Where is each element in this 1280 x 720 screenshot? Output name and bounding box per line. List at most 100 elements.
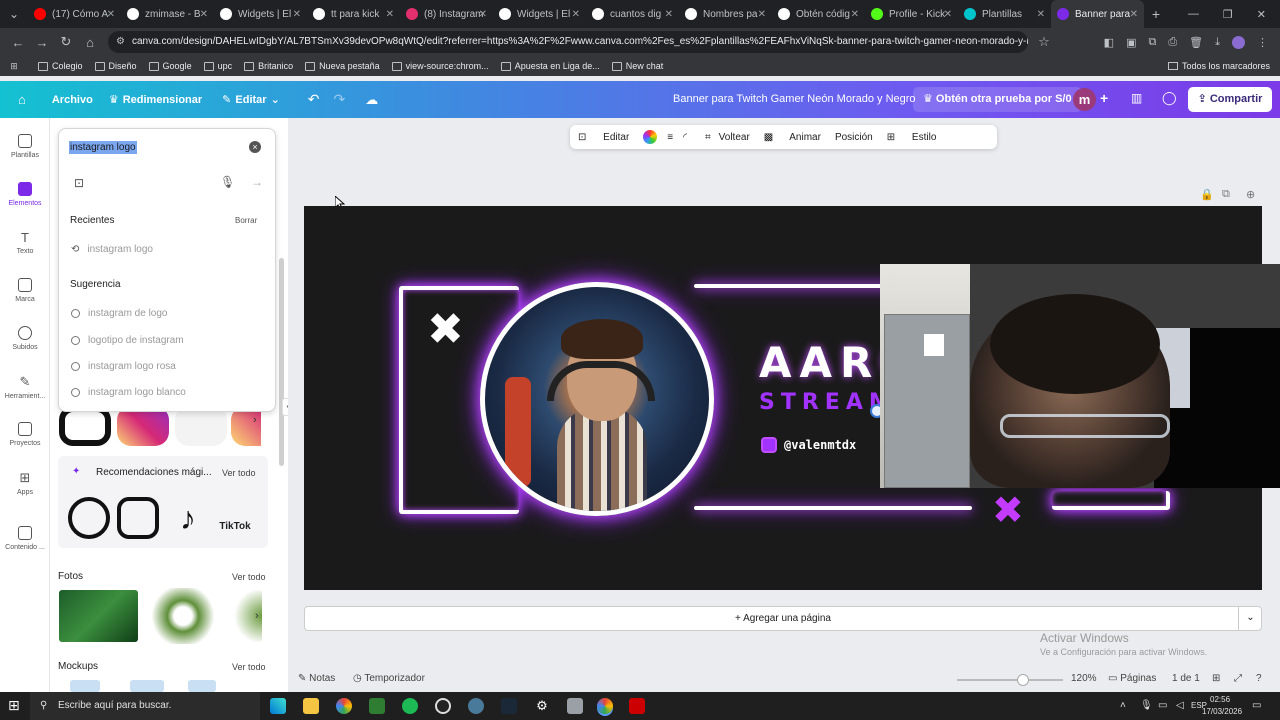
print-icon[interactable]: ⎙ xyxy=(1168,36,1177,49)
browser-tab[interactable]: cuantos dig ✕ xyxy=(586,0,679,28)
bookmark-item[interactable]: Google xyxy=(148,61,192,71)
file-menu[interactable]: Archivo xyxy=(52,94,93,106)
rail-item-tools[interactable]: ✎ Herramient... xyxy=(0,374,50,400)
browser-tab[interactable]: (8) Instagram ✕ xyxy=(400,0,493,28)
menu-kebab-icon[interactable]: ⋮ xyxy=(1257,36,1268,49)
chrome-icon[interactable] xyxy=(336,698,352,714)
flip-button[interactable]: Voltear xyxy=(719,132,750,143)
bookmark-item[interactable]: Nueva pestaña xyxy=(305,61,380,71)
cloud-saved-icon[interactable]: ☁ xyxy=(365,92,378,108)
add-collaborator-icon[interactable]: + xyxy=(1100,90,1108,106)
browser-tab[interactable]: Profile - Kick ✕ xyxy=(865,0,958,28)
microphone-tray-icon[interactable]: 🎙 xyxy=(1140,700,1153,711)
app-red-icon[interactable] xyxy=(629,698,645,714)
trial-button[interactable]: ♛ Obtén otra prueba por S/0 xyxy=(913,87,1082,112)
design-title[interactable]: Banner para Twitch Gamer Neón Morado y N… xyxy=(673,93,916,105)
trash-icon[interactable]: 🗑 xyxy=(1189,36,1203,49)
photo-thumbnail-fern[interactable] xyxy=(148,588,218,644)
close-tab-icon[interactable]: ✕ xyxy=(1130,9,1138,20)
instagram-logo-gradient[interactable] xyxy=(117,406,169,446)
extensions-puzzle-icon[interactable]: ⧉ xyxy=(1148,36,1156,49)
store-icon[interactable] xyxy=(369,698,385,714)
see-all-link[interactable]: Ver todo xyxy=(232,572,266,582)
x-mark-icon[interactable]: ✖ xyxy=(427,304,464,355)
photo-thumbnail-leaves[interactable] xyxy=(59,590,138,642)
edit-menu[interactable]: ✎ Editar ⌄ xyxy=(222,93,280,107)
add-page-icon[interactable]: ⊕ xyxy=(1246,188,1255,201)
clear-recent-link[interactable]: Borrar xyxy=(235,216,257,225)
instagram-logo-white[interactable] xyxy=(175,406,227,446)
bookmark-item[interactable]: Colegio xyxy=(38,61,83,71)
border-style-icon[interactable]: ≡ xyxy=(667,132,673,143)
image-search-icon[interactable]: ⊡ xyxy=(74,176,84,190)
rail-item-templates[interactable]: Plantillas xyxy=(0,134,50,159)
site-info-icon[interactable]: ⚙ xyxy=(116,31,125,53)
browser-tab[interactable]: zmimase - B ✕ xyxy=(121,0,214,28)
bookmark-item[interactable]: Diseño xyxy=(94,61,137,71)
suggestion-item[interactable]: instagram logo rosa xyxy=(71,361,176,372)
animate-button[interactable]: Animar xyxy=(789,132,821,143)
network-icon[interactable]: ▭ xyxy=(1158,700,1167,711)
browser-tab[interactable]: Plantillas ✕ xyxy=(958,0,1051,28)
pages-button[interactable]: ▭ Páginas xyxy=(1108,673,1156,684)
position-button[interactable]: Posición xyxy=(835,132,873,143)
settings-gear-icon[interactable]: ⚙ xyxy=(534,698,550,714)
rail-item-brand[interactable]: Marca xyxy=(0,278,50,303)
submit-arrow-icon[interactable]: → xyxy=(251,175,263,189)
zoom-level[interactable]: 120% xyxy=(1071,673,1097,684)
microphone-icon[interactable]: 🎙 xyxy=(220,175,235,189)
transparency-icon[interactable]: ▩ xyxy=(764,132,773,143)
extension-icon[interactable]: ◧ xyxy=(1104,36,1114,49)
clock-date[interactable]: 17/03/2026 xyxy=(1202,707,1242,716)
search-input[interactable]: instagram logo xyxy=(69,141,137,154)
spotify-icon[interactable] xyxy=(402,698,418,714)
forward-icon[interactable]: → xyxy=(30,35,54,50)
neon-frame-right[interactable] xyxy=(1052,491,1170,510)
instagram-handle-text[interactable]: @valenmtdx xyxy=(784,438,856,452)
rail-item-apps[interactable]: ⊞ Apps xyxy=(0,470,50,496)
rail-item-projects[interactable]: Proyectos xyxy=(0,422,50,447)
grid-view-icon[interactable]: ⊞ xyxy=(1212,673,1220,684)
x-mark-purple-icon[interactable]: ✖ xyxy=(992,488,1024,532)
tiktok-logo[interactable]: TikTok xyxy=(215,499,255,539)
share-button[interactable]: ⇪ Compartir xyxy=(1188,87,1272,112)
whatsapp-logo[interactable] xyxy=(68,497,110,539)
tab-search-icon[interactable]: ⌄ xyxy=(0,7,28,21)
bookmark-item[interactable]: view-source:chrom... xyxy=(391,61,489,71)
windows-start-icon[interactable]: ⊞ xyxy=(8,697,20,714)
url-field[interactable]: ⚙ canva.com/design/DAHELwIDgbY/AL7BTSmXv… xyxy=(108,31,1028,53)
zoom-slider[interactable] xyxy=(957,679,1063,681)
insights-chart-icon[interactable]: ▥ xyxy=(1131,91,1142,105)
clear-search-icon[interactable]: × xyxy=(249,141,261,153)
help-icon[interactable]: ? xyxy=(1256,673,1262,684)
bookmark-item[interactable]: Apuesta en Liga de... xyxy=(500,61,600,71)
browser-tab[interactable]: (17) Cómo A ✕ xyxy=(28,0,121,28)
see-all-link[interactable]: Ver todo xyxy=(222,468,256,478)
lock-icon[interactable]: 🔒 xyxy=(1200,188,1214,201)
neon-line-bottom[interactable] xyxy=(694,506,972,510)
copilot-icon[interactable] xyxy=(270,698,286,714)
tiktok-note-logo[interactable]: ♪ xyxy=(170,497,206,539)
see-all-link[interactable]: Ver todo xyxy=(232,662,266,672)
notes-button[interactable]: ✎ Notas xyxy=(298,673,335,684)
instagram-small-icon[interactable] xyxy=(761,437,777,453)
profile-avatar[interactable] xyxy=(1232,35,1245,49)
crop-icon[interactable]: ⌗ xyxy=(705,132,711,143)
chevron-down-icon[interactable]: ⌄ xyxy=(1238,606,1262,631)
home-icon[interactable]: ⌂ xyxy=(78,35,102,50)
notifications-icon[interactable]: ▭ xyxy=(1252,700,1261,711)
timer-button[interactable]: ◷ Temporizador xyxy=(353,673,425,684)
home-icon[interactable]: ⌂ xyxy=(18,92,26,107)
style-button[interactable]: ⊞ Estilo xyxy=(887,132,937,143)
close-tab-icon[interactable]: ✕ xyxy=(851,9,859,20)
close-tab-icon[interactable]: ✕ xyxy=(665,9,673,20)
redo-icon[interactable]: ↷ xyxy=(334,91,346,108)
browser-tab[interactable]: Obtén códig ✕ xyxy=(772,0,865,28)
new-tab-button[interactable]: + xyxy=(1144,6,1168,22)
panel-scrollbar[interactable] xyxy=(279,258,284,466)
browser-tab[interactable]: Widgets | El ✕ xyxy=(214,0,307,28)
volume-icon[interactable]: ◁ xyxy=(1176,700,1184,711)
close-tab-icon[interactable]: ✕ xyxy=(758,9,766,20)
close-tab-icon[interactable]: ✕ xyxy=(572,9,580,20)
color-picker-icon[interactable] xyxy=(643,130,658,144)
